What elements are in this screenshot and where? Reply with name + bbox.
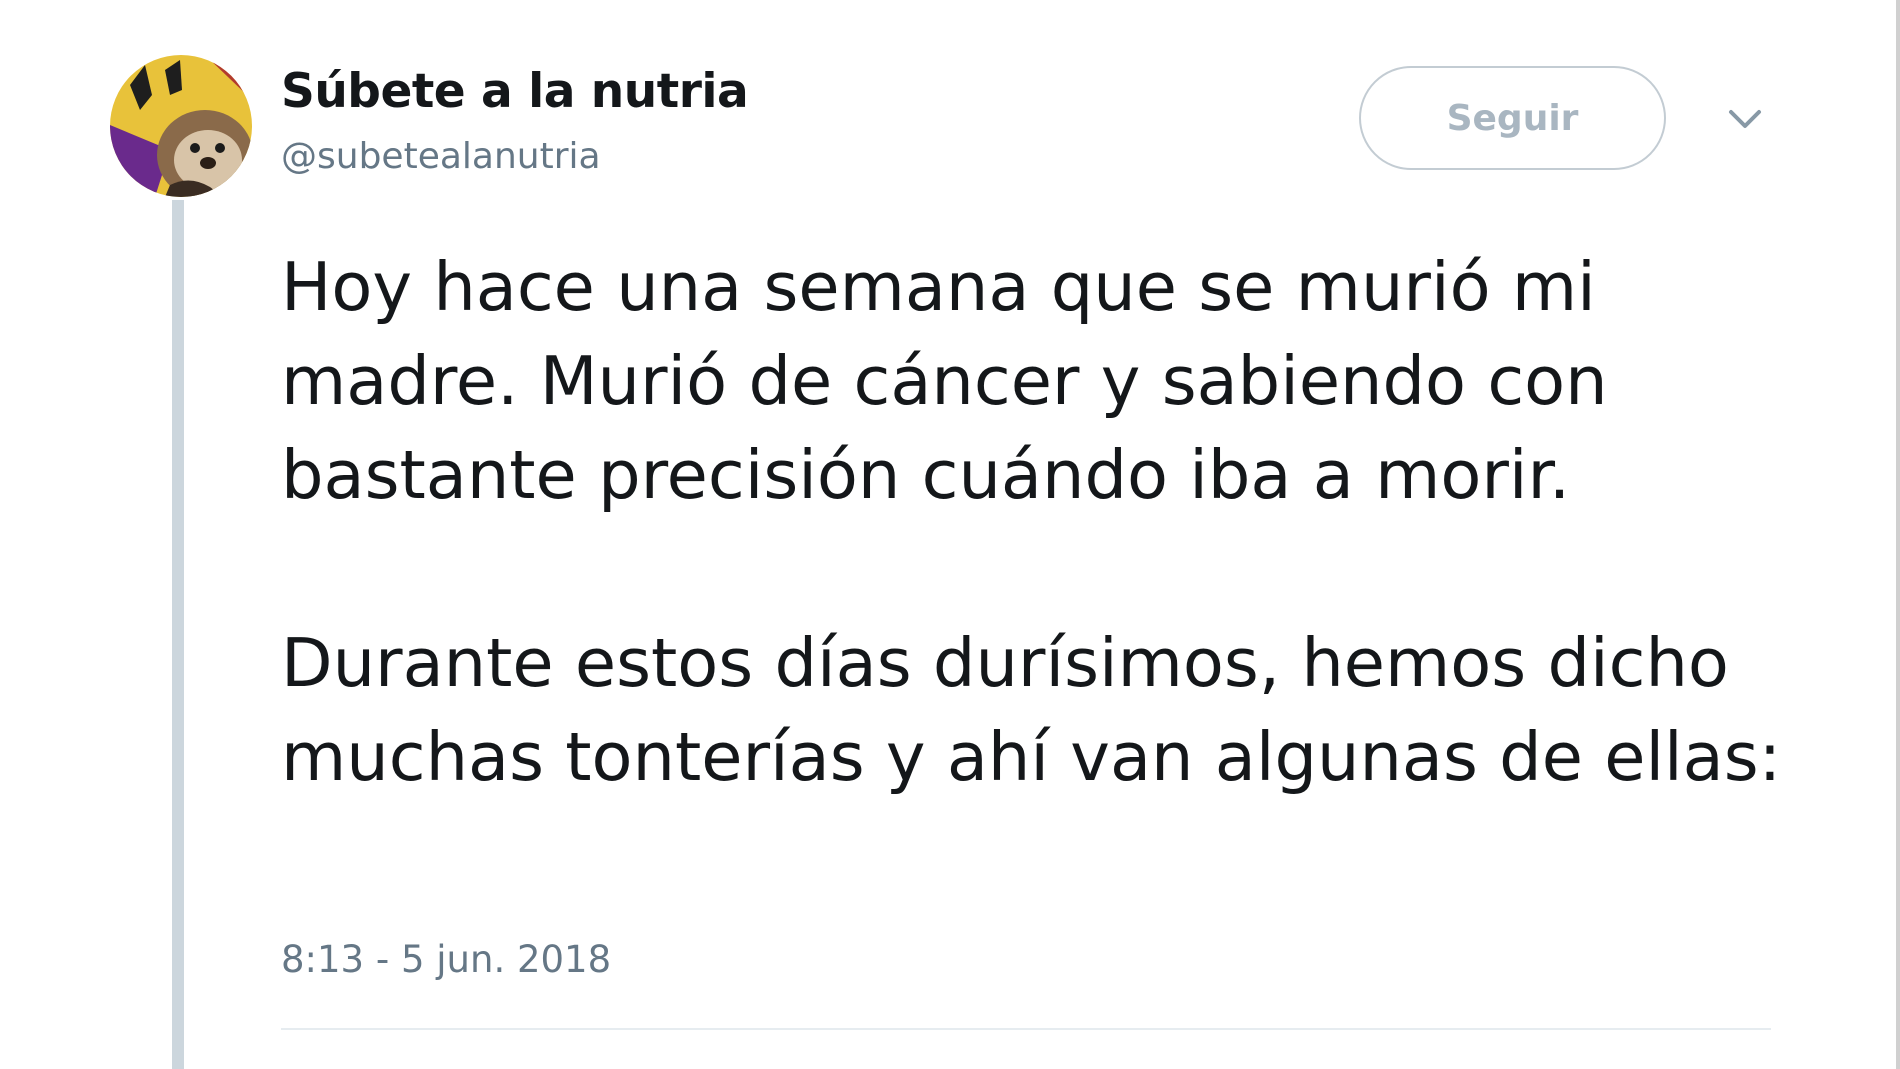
follow-button[interactable]: Seguir xyxy=(1359,66,1666,170)
divider xyxy=(281,1028,1771,1030)
tweet-page: Súbete a la nutria @subetealanutria Segu… xyxy=(0,0,1900,1069)
author-display-name[interactable]: Súbete a la nutria xyxy=(281,64,749,119)
tweet-paragraph: Durante estos días durísimos, hemos dich… xyxy=(281,624,1782,796)
tweet-paragraph: Hoy hace una semana que se murió mi madr… xyxy=(281,248,1608,514)
thread-connector-line xyxy=(172,200,184,1069)
author-handle[interactable]: @subetealanutria xyxy=(281,136,601,177)
otter-avatar-icon xyxy=(110,55,252,197)
tweet-timestamp[interactable]: 8:13 - 5 jun. 2018 xyxy=(281,938,611,981)
chevron-down-icon[interactable] xyxy=(1725,106,1765,136)
window-edge xyxy=(1896,0,1900,1069)
avatar[interactable] xyxy=(110,55,252,197)
tweet-text: Hoy hace una semana que se murió mi madr… xyxy=(281,240,1801,804)
